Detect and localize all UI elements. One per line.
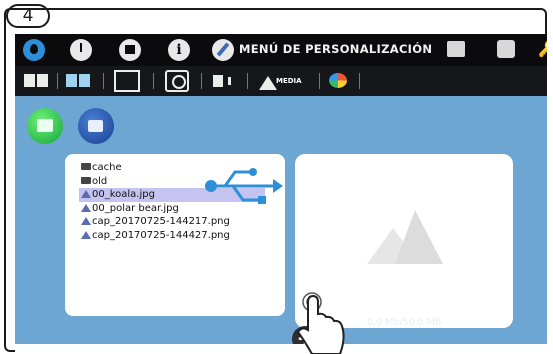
key-icon[interactable]: 🔑: [538, 39, 547, 58]
keyboard-icon[interactable]: [447, 41, 465, 57]
toolbar-separator: [247, 73, 248, 89]
bottom-area: [15, 344, 547, 354]
toolbar-separator: [201, 73, 202, 89]
file-browser-panel: cache old 00_koala.jpg 00_polar bear.jpg…: [65, 154, 285, 316]
storage-usage-label: 0.0 Mb/50.0 MB: [367, 317, 442, 328]
list-item[interactable]: cap_20170725-144427.png: [79, 229, 265, 243]
file-name: 00_koala.jpg: [92, 189, 155, 200]
person-icon[interactable]: [497, 40, 515, 58]
screensaver-clock-icon[interactable]: [165, 70, 189, 92]
device-screen: i MENÚ DE PERSONALIZACIÓN 🔑 MEDIA: [15, 34, 547, 354]
list-item[interactable]: cap_20170725-144217.png: [79, 215, 265, 229]
image-placeholder-icon: [367, 210, 443, 264]
usb-icon[interactable]: [203, 164, 283, 208]
top-menu-bar: i MENÚ DE PERSONALIZACIÓN 🔑: [15, 34, 547, 66]
image-file-icon: [81, 230, 91, 239]
file-name: old: [92, 175, 108, 187]
toolbar-separator: [103, 73, 104, 89]
toolbar-separator: [319, 73, 320, 89]
info-icon[interactable]: i: [168, 39, 190, 61]
book-icon[interactable]: [23, 70, 49, 92]
water-drop-icon[interactable]: [23, 39, 45, 61]
pencil-icon: [212, 39, 234, 61]
image-file-icon: [81, 217, 91, 225]
palette-icon[interactable]: [327, 70, 351, 92]
media-content-area: cache old 00_koala.jpg 00_polar bear.jpg…: [15, 96, 547, 352]
file-name: 00_polar bear.jpg: [92, 202, 179, 214]
tab-media-label: MEDIA: [276, 77, 302, 85]
file-name: cache: [92, 162, 122, 173]
book-blue-icon[interactable]: [65, 70, 91, 92]
folder-icon: [81, 163, 91, 170]
file-name: cap_20170725-144427.png: [92, 229, 230, 241]
screen-icon[interactable]: [119, 39, 141, 61]
image-file-icon: [81, 203, 91, 212]
tab-media[interactable]: MEDIA: [257, 70, 313, 92]
slideshow-icon[interactable]: [114, 70, 140, 92]
video-mode-button[interactable]: [78, 108, 114, 144]
tap-hand-icon: [296, 292, 345, 354]
media-icon: [259, 76, 277, 90]
image-file-icon: [81, 190, 91, 198]
image-mode-button[interactable]: [27, 108, 63, 144]
speaker-icon[interactable]: [211, 70, 237, 92]
toolbar-separator: [57, 73, 58, 89]
folder-icon: [81, 176, 91, 184]
toolbar-separator: [359, 73, 360, 89]
toolbar-separator: [153, 73, 154, 89]
clock-icon[interactable]: [70, 39, 92, 61]
menu-title: MENÚ DE PERSONALIZACIÓN: [239, 42, 433, 56]
file-name: cap_20170725-144217.png: [92, 216, 230, 227]
personalization-toolbar: MEDIA: [15, 66, 547, 96]
